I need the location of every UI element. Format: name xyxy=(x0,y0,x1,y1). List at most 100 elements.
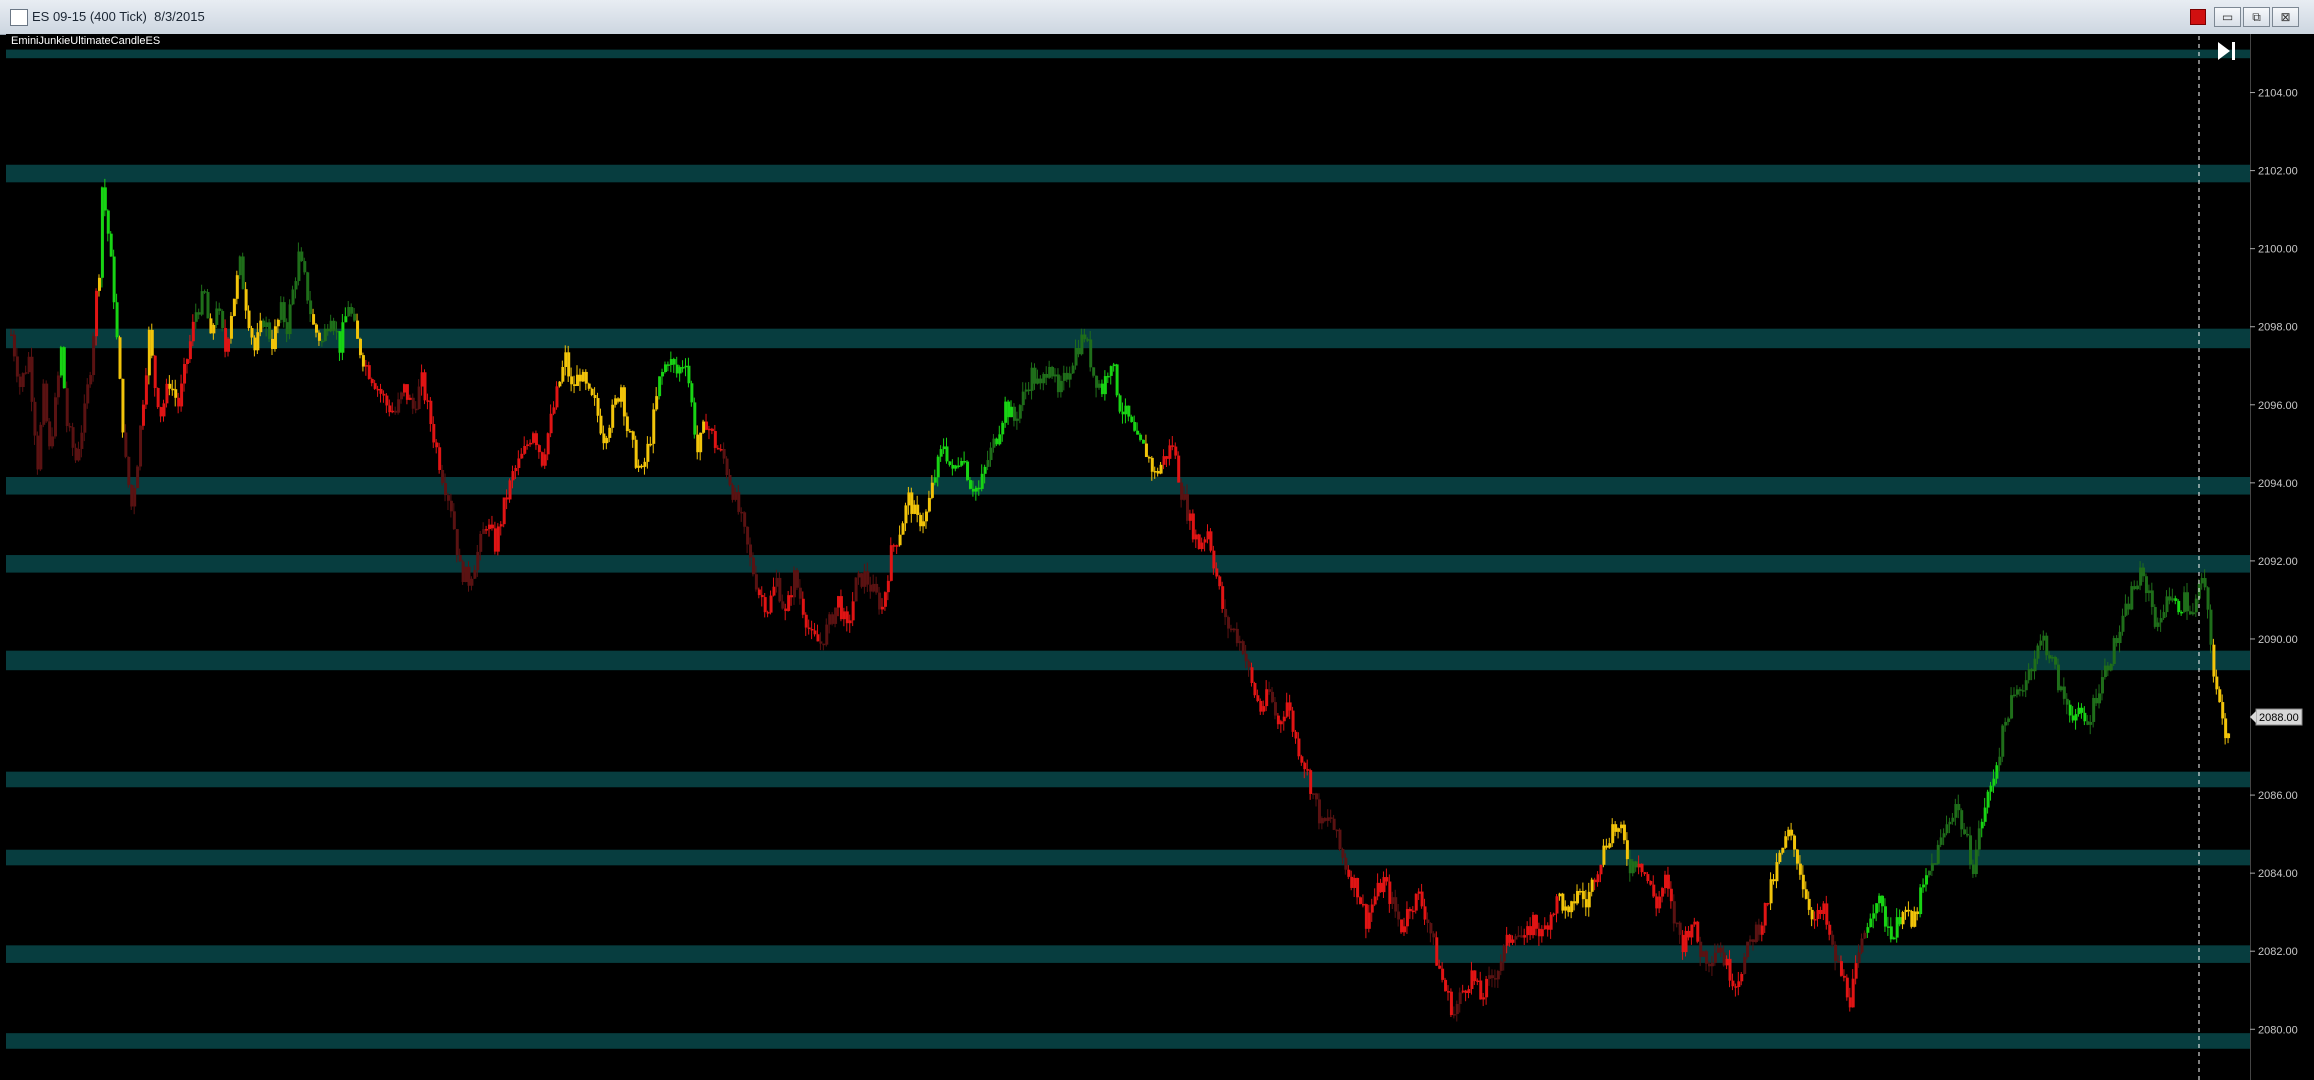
candle-body xyxy=(904,505,908,524)
candle-body xyxy=(2194,598,2198,613)
candle-body xyxy=(1288,702,1292,711)
candle-body xyxy=(1388,881,1392,904)
candle-body xyxy=(130,484,134,507)
candle-body xyxy=(1746,941,1750,958)
candle-body xyxy=(361,355,365,367)
candle-body xyxy=(1625,840,1629,860)
candle-body xyxy=(819,641,823,644)
candle-body xyxy=(1496,970,1500,980)
candle-body xyxy=(1857,952,1861,964)
candle-body xyxy=(1872,913,1876,919)
candle-body xyxy=(438,447,442,470)
candle-body xyxy=(139,425,143,467)
candle-body xyxy=(1323,818,1327,821)
candle-body xyxy=(977,487,981,490)
candle-body xyxy=(1546,925,1550,930)
candle-body xyxy=(74,447,78,461)
candle-body xyxy=(100,187,104,278)
candle-body xyxy=(1235,628,1239,644)
candle-body xyxy=(1021,391,1025,406)
candles-layer xyxy=(10,178,2231,1022)
candle-body xyxy=(775,577,779,587)
candle-body xyxy=(1728,958,1732,981)
candle-body xyxy=(77,448,81,461)
candle-body xyxy=(851,601,855,621)
candle-body xyxy=(1027,389,1031,392)
candle-body xyxy=(942,446,946,450)
candle-body xyxy=(804,614,808,628)
candle-body xyxy=(1276,715,1280,725)
candle-body xyxy=(1608,843,1612,848)
candle-body xyxy=(2080,707,2084,713)
candle-body xyxy=(740,511,744,514)
candle-body xyxy=(619,387,623,402)
candle-body xyxy=(1731,980,1735,987)
candle-body xyxy=(1596,874,1600,883)
candle-body xyxy=(508,480,512,500)
candle-body xyxy=(1892,937,1896,940)
candle-body xyxy=(2130,586,2134,610)
candle-body xyxy=(112,256,116,303)
candle-body xyxy=(749,544,753,558)
candle-body xyxy=(1573,901,1577,904)
candle-body xyxy=(1602,845,1606,865)
candle-body xyxy=(2103,665,2107,678)
candle-body xyxy=(1218,576,1222,587)
candle-body xyxy=(1517,935,1521,937)
candle-body xyxy=(1951,817,1955,822)
candle-body xyxy=(957,465,961,467)
candle-body xyxy=(241,256,245,290)
candle-body xyxy=(12,334,16,357)
candle-body xyxy=(971,488,975,492)
last-price-pointer xyxy=(2250,711,2256,724)
candle-body xyxy=(963,460,967,463)
candle-body xyxy=(696,434,700,453)
candle-body xyxy=(1045,373,1049,378)
candle-body xyxy=(622,387,626,417)
candle-body xyxy=(1693,921,1697,925)
candle-body xyxy=(1983,807,1987,822)
candle-body xyxy=(1854,963,1858,979)
candle-body xyxy=(397,399,401,413)
candle-body xyxy=(1760,925,1764,935)
candle-body xyxy=(229,315,233,339)
candle-body xyxy=(1341,849,1345,858)
candle-body xyxy=(1215,568,1219,577)
candle-body xyxy=(2100,677,2104,694)
candle-body xyxy=(1634,861,1638,868)
candle-body xyxy=(303,261,307,273)
candle-body xyxy=(1666,874,1670,889)
candle-body xyxy=(1781,847,1785,853)
candle-body xyxy=(1133,422,1137,431)
candle-body xyxy=(1194,534,1198,540)
candle-body xyxy=(197,312,201,315)
candle-body xyxy=(845,611,849,624)
candle-body xyxy=(1048,366,1052,378)
candle-body xyxy=(2004,721,2008,726)
candle-body xyxy=(754,574,758,590)
candle-body xyxy=(1705,951,1709,964)
candle-body xyxy=(1628,859,1632,874)
candle-body xyxy=(335,330,339,333)
candle-body xyxy=(1907,909,1911,912)
candle-body xyxy=(285,322,289,335)
candle-body xyxy=(1828,924,1832,935)
candle-body xyxy=(1819,909,1823,914)
candle-body xyxy=(655,396,659,410)
candle-body xyxy=(1347,869,1351,877)
candle-body xyxy=(552,407,556,414)
candle-body xyxy=(1901,912,1905,925)
candle-body xyxy=(599,415,603,434)
candle-body xyxy=(2106,665,2110,671)
candle-body xyxy=(1971,864,1975,875)
candle-body xyxy=(1136,430,1140,435)
candle-body xyxy=(1898,917,1902,925)
candle-body xyxy=(232,298,236,316)
candle-body xyxy=(2150,590,2154,608)
candle-body xyxy=(1493,978,1497,980)
candle-body xyxy=(863,571,867,587)
candle-body xyxy=(1074,347,1078,366)
candle-body xyxy=(614,398,618,405)
candle-body xyxy=(1749,939,1753,942)
candle-body xyxy=(1637,863,1641,868)
